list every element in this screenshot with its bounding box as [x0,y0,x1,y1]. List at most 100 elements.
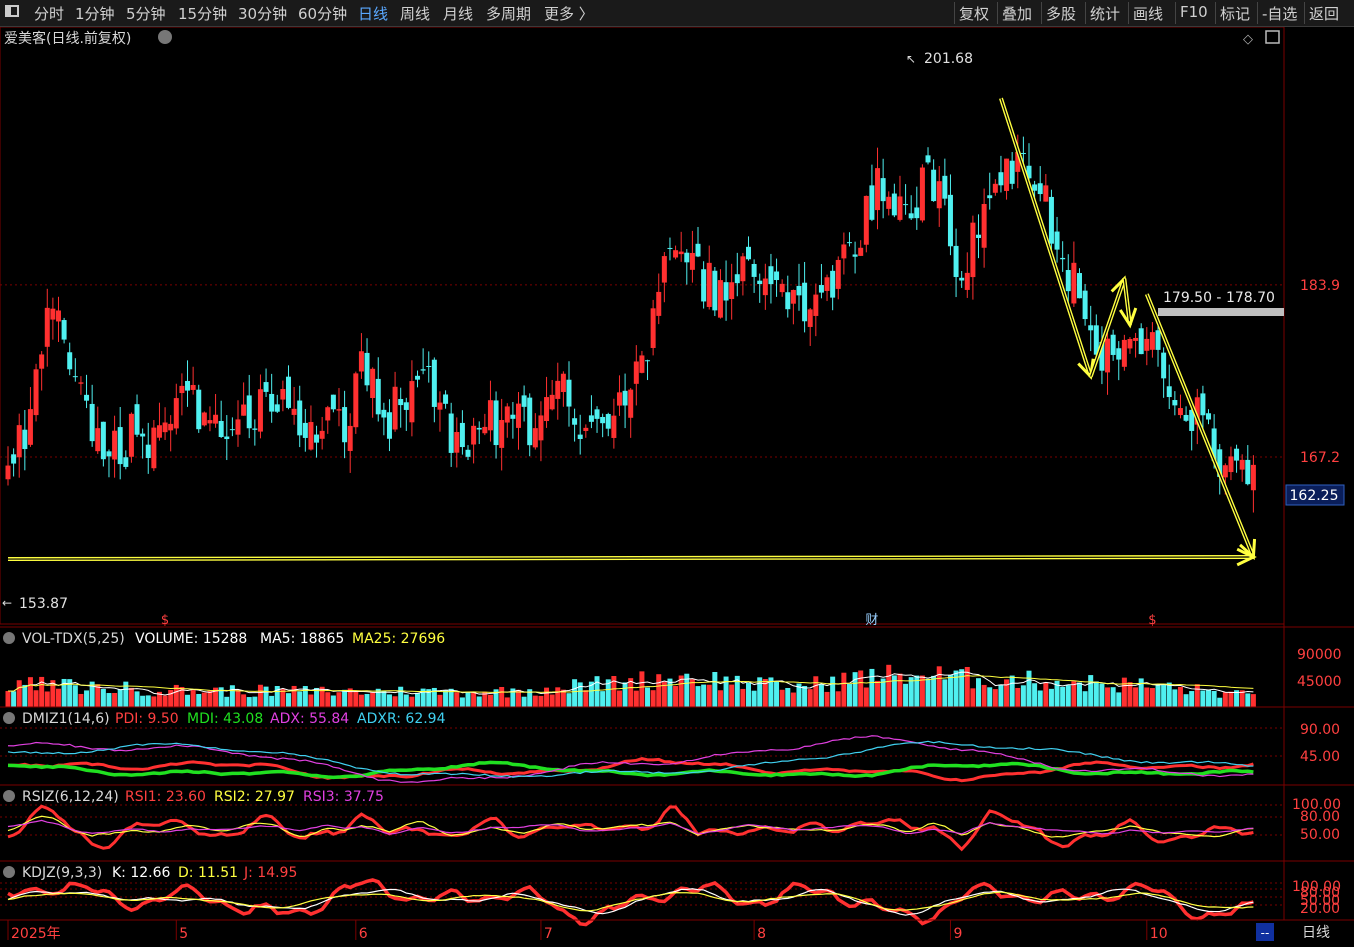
candle-body [824,277,830,291]
tool-button-3[interactable]: 统计 [1090,3,1120,24]
candle-body [1088,325,1094,331]
candle-body [987,195,993,199]
volume-bar [297,691,303,707]
volume-bar [689,679,695,707]
volume-bar [942,679,948,707]
period-tab-2[interactable]: 5分钟 [126,3,166,24]
volume-bar [454,692,460,707]
max-price-label: 201.68 [924,51,973,67]
tool-button-1[interactable]: 叠加 [1002,3,1032,24]
candle-body [1133,337,1139,341]
candle-body [252,428,258,430]
event-mark: $ [1148,613,1156,628]
volume-bar [639,671,645,707]
period-tab-1[interactable]: 1分钟 [75,3,115,24]
candle-body [100,421,106,460]
rsi1-label: RSI1: 23.60 [125,789,206,805]
toolbar-separator [954,2,955,24]
tool-button-0[interactable]: 复权 [959,3,989,24]
candle-body [970,222,976,278]
candle-body [762,278,768,296]
period-tab-8[interactable]: 月线 [443,3,473,24]
candle-body [706,262,712,307]
volume-bar [880,678,886,707]
candle-body [852,254,858,257]
period-tab-6[interactable]: 日线 [358,3,388,24]
candle-body [717,280,723,318]
candle-body [645,360,651,362]
candle-body [1032,184,1038,191]
volume-bar [695,686,701,707]
period-tab-4[interactable]: 30分钟 [238,3,287,24]
period-tab-3[interactable]: 15分钟 [178,3,227,24]
volume-bar [936,666,942,707]
candle-body [1020,153,1026,155]
volume-bar [269,695,275,707]
candle-body [846,242,852,244]
period-tab-10[interactable]: 更多 〉 [544,3,594,24]
volume-bar [1004,679,1010,707]
candle-body [185,380,191,391]
volume-bar [381,690,387,707]
volume-bar [207,690,213,707]
volume-bar [1076,682,1082,707]
candle-body [1060,257,1066,260]
candle-body [358,351,364,372]
candle-body [55,310,61,322]
volume-bar [78,693,84,707]
candle-body [555,380,561,399]
x-axis-label: 2025年 [11,926,61,942]
volume-bar [717,690,723,707]
candle-body [117,427,123,465]
candle-body [684,252,690,263]
rsi-panel-dropdown-icon [3,790,15,802]
candle-body [1245,459,1251,485]
candle-body [84,394,90,401]
volume-bar [987,687,993,707]
price-tick-label: 167.2 [1300,450,1340,466]
tool-button-4[interactable]: 画线 [1133,3,1163,24]
tool-button-2[interactable]: 多股 [1046,3,1076,24]
volume-bar [415,692,421,707]
window-icon[interactable] [5,5,19,17]
volume-bar [818,684,824,707]
candle-body [325,407,331,421]
volume-bar [650,690,656,707]
volume-bar [908,677,914,707]
volume-bar [459,697,465,707]
candle-body [370,368,376,399]
candle-body [785,292,791,310]
candle-body [403,402,409,410]
price-tick-label: 183.9 [1300,278,1340,294]
candle-body [1149,332,1155,350]
candle-body [398,398,404,406]
tool-button-8[interactable]: 返回 [1309,3,1339,24]
volume-bar [521,696,527,707]
volume-bar [1200,690,1206,707]
tool-button-6[interactable]: 标记 [1220,3,1250,24]
tool-button-7[interactable]: -自选 [1262,3,1297,24]
x-axis-label: 6 [359,926,368,942]
vol-panel-dropdown-icon [3,632,15,644]
period-tab-9[interactable]: 多周期 [486,3,531,24]
candle-body [633,361,639,384]
candle-body [415,375,421,380]
candle-body [235,419,241,435]
volume-bar [358,694,364,707]
volume-bar [370,692,376,707]
candle-body [841,244,847,259]
volume-bar [645,687,651,707]
candle-body [33,369,39,416]
volume-bar [1177,686,1183,707]
period-tab-0[interactable]: 分时 [34,3,64,24]
period-tab-5[interactable]: 60分钟 [298,3,347,24]
volume-bar [1172,689,1178,707]
candle-body [1009,160,1015,184]
volume-bar [1194,684,1200,707]
tool-button-5[interactable]: F10 [1180,3,1208,21]
period-tab-7[interactable]: 周线 [400,3,430,24]
candle-body [1206,413,1212,420]
volume-bar [572,679,578,707]
min-price-label: 153.87 [19,596,68,612]
volume-bar [504,697,510,707]
